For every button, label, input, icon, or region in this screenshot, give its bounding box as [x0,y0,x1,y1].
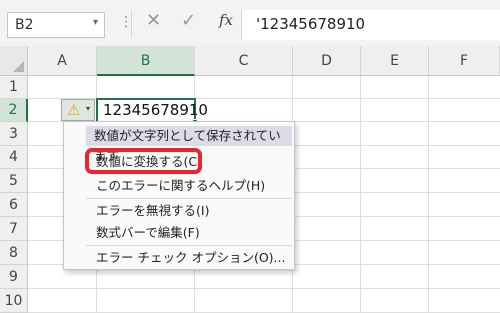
formula-input[interactable]: '12345678910 [241,10,500,40]
menu-item-error-checking-options[interactable]: エラー チェック オプション(O)... [96,248,285,268]
row-header-2[interactable]: 2 [0,99,28,122]
row-header-9[interactable]: 9 [0,265,28,289]
menu-item-edit-in-formula-bar[interactable]: 数式バーで編集(F) [96,223,200,243]
active-cell-b2[interactable]: 12345678910 [96,98,208,125]
menu-header: 数値が文字列として保存されています [86,126,292,163]
chevron-down-icon[interactable]: ▾ [93,17,98,28]
column-header-a[interactable]: A [28,46,97,76]
formula-input-value: '12345678910 [256,15,366,33]
row-header-4[interactable]: 4 [0,146,28,169]
enter-icon[interactable]: ✓ [181,10,196,31]
highlight-annotation [85,148,202,174]
row-header-8[interactable]: 8 [0,241,28,265]
row-header-3[interactable]: 3 [0,122,28,146]
formula-bar: B2 ▾ ⋮ ✕ ✓ fx '12345678910 [0,0,500,46]
column-header-b[interactable]: B [97,46,195,76]
row-header-5[interactable]: 5 [0,169,28,193]
menu-item-ignore-error[interactable]: エラーを無視する(I) [96,201,209,221]
row-header-7[interactable]: 7 [0,217,28,241]
insert-function-icon[interactable]: fx [219,11,233,29]
chevron-down-icon: ▾ [86,104,91,113]
row-header-6[interactable]: 6 [0,193,28,217]
menu-divider [86,245,292,246]
column-header-e[interactable]: E [361,46,429,76]
error-options-menu: 数値が文字列として保存されています 数値に変換する(C) このエラーに関するヘル… [63,121,295,270]
select-all-corner[interactable] [0,46,28,76]
name-box-value: B2 [15,17,34,33]
column-header-f[interactable]: F [429,46,500,76]
gridline [428,76,429,313]
menu-divider [86,198,292,199]
gridline [360,76,361,313]
warning-icon: ⚠ [67,101,81,119]
formula-divider [131,10,132,38]
cancel-icon[interactable]: ✕ [146,10,161,31]
column-header-c[interactable]: C [195,46,293,76]
name-box[interactable]: B2 ▾ [7,12,105,38]
cell-b2-value: 12345678910 [103,101,208,119]
menu-item-help[interactable]: このエラーに関するヘルプ(H) [96,176,265,196]
column-header-d[interactable]: D [293,46,361,76]
error-smart-tag[interactable]: ⚠ ▾ [61,99,95,121]
gridline [28,288,500,289]
row-header-1[interactable]: 1 [0,76,28,99]
row-header-10[interactable]: 10 [0,289,28,313]
